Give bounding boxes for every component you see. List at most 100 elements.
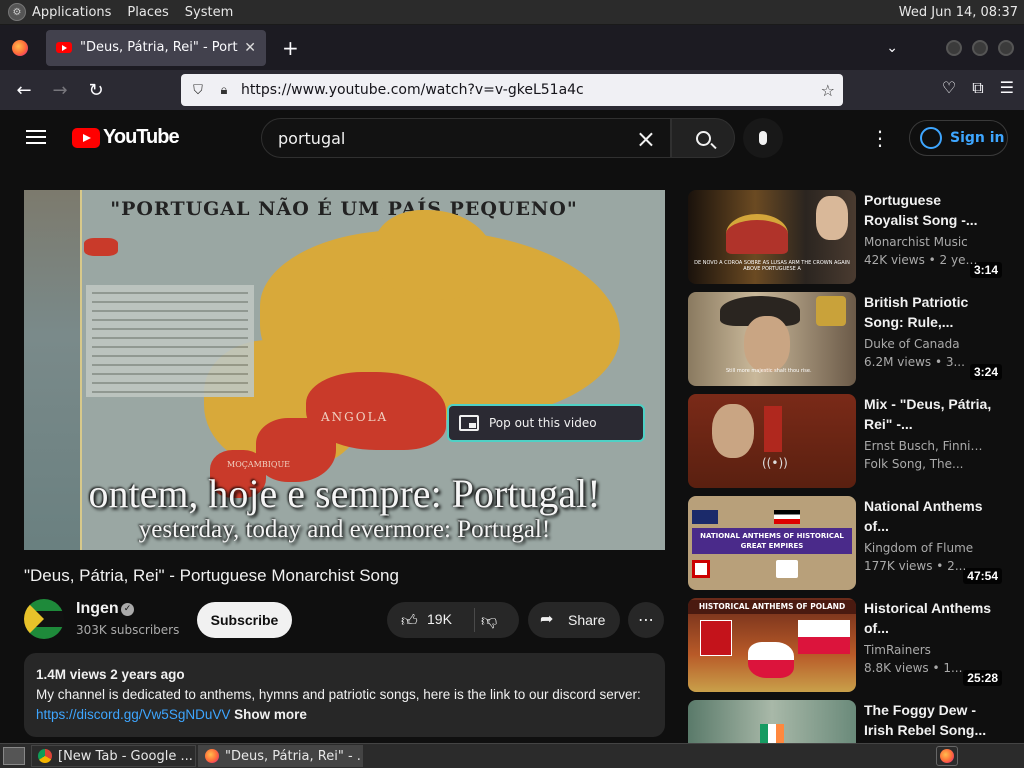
search-icon (695, 130, 711, 146)
voice-search-button[interactable] (743, 118, 783, 158)
recommendation-title[interactable]: The Foggy Dew - Irish Rebel Song... (864, 700, 994, 740)
thumbnail-caption: Still more majestic shalt thou rise. (726, 368, 812, 374)
pop-out-label: Pop out this video (489, 416, 597, 430)
show-more-button[interactable]: Show more (234, 707, 307, 722)
firefox-view-icon[interactable] (12, 39, 28, 56)
account-icon (920, 127, 942, 149)
thumbnail-caption: HISTORICAL ANTHEMS OF POLAND (688, 600, 856, 614)
tab-title: "Deus, Pátria, Rei" - Portuguese Monarch… (80, 40, 238, 55)
description-body: My channel is dedicated to anthems, hymn… (36, 685, 653, 725)
youtube-page: YouTube portugal × ⋮ Sign in "PORTUGAL N… (0, 110, 1024, 743)
guide-menu-icon[interactable] (26, 130, 46, 144)
picture-in-picture-icon (459, 415, 479, 431)
chrome-icon (38, 749, 52, 763)
recommendation-thumbnail[interactable] (688, 700, 856, 743)
app-menu-icon[interactable]: ☰ (1000, 78, 1014, 98)
recommendation-item[interactable]: HISTORICAL ANTHEMS OF POLAND 25:28 Histo… (688, 598, 1008, 692)
forward-arrow-icon[interactable]: → (42, 80, 78, 101)
video-player[interactable]: "PORTUGAL NÃO É UM PAÍS PEQUENO" ANGOLA … (24, 190, 665, 550)
close-tab-icon[interactable]: ✕ (244, 40, 256, 56)
recommendation-thumbnail[interactable]: Still more majestic shalt thou rise. (688, 292, 856, 386)
extensions-icon[interactable]: ⧉ (972, 78, 983, 98)
microphone-icon (759, 131, 767, 145)
like-count[interactable]: 19K (427, 611, 452, 627)
taskbar-item-chrome[interactable]: [New Tab - Google ... (31, 745, 196, 767)
description-text: My channel is dedicated to anthems, hymn… (36, 687, 641, 702)
show-desktop-icon[interactable] (3, 747, 25, 765)
thumbnail-caption: DE NOVO A COROA SOBRE AS LUSAS ARM THE C… (694, 260, 850, 272)
youtube-favicon-icon (56, 42, 72, 53)
tray-firefox-icon[interactable] (936, 746, 958, 766)
channel-avatar[interactable] (24, 599, 64, 639)
live-mix-icon: ((•)) (762, 456, 788, 470)
youtube-play-icon (72, 127, 100, 148)
list-all-tabs-chevron-icon[interactable]: ⌄ (886, 40, 898, 56)
recommendation-item[interactable]: The Foggy Dew - Irish Rebel Song... (688, 700, 1008, 743)
recommendation-channel[interactable]: TimRainers (864, 643, 984, 657)
window-maximize-button[interactable] (972, 39, 988, 56)
recommendation-title[interactable]: Mix - "Deus, Pátria, Rei" -... (864, 394, 994, 434)
menu-places[interactable]: Places (127, 5, 168, 20)
recommendation-channel[interactable]: Duke of Canada (864, 337, 984, 351)
menu-applications[interactable]: Applications (32, 5, 111, 20)
recommendation-meta: 8.8K views • 1... (864, 661, 963, 675)
subtitle-portuguese: ontem, hoje e sempre: Portugal! (88, 471, 601, 516)
recommendation-channel[interactable]: Ernst Busch, Finnish (864, 439, 984, 453)
map-label-angola: ANGOLA (321, 410, 389, 424)
recommendation-channel[interactable]: Monarchist Music (864, 235, 984, 249)
recommendation-thumbnail[interactable]: HISTORICAL ANTHEMS OF POLAND (688, 598, 856, 692)
recommendation-item[interactable]: Still more majestic shalt thou rise. 3:2… (688, 292, 1008, 386)
window-minimize-button[interactable] (946, 39, 962, 56)
recommendation-meta: 42K views • 2 year... (864, 253, 984, 267)
recommendation-title[interactable]: British Patriotic Song: Rule,... (864, 292, 994, 332)
subscribe-button[interactable]: Subscribe (197, 602, 292, 638)
description-box[interactable]: 1.4M views 2 years ago My channel is ded… (24, 653, 665, 737)
url-text[interactable]: https://www.youtube.com/watch?v=v-gkeL51… (241, 82, 821, 98)
recommendation-meta: Folk Song, The... (864, 457, 964, 471)
back-arrow-icon[interactable]: ← (6, 80, 42, 101)
clear-search-icon[interactable]: × (636, 125, 656, 153)
pop-out-video-button[interactable]: Pop out this video (447, 404, 645, 442)
recommendation-thumbnail[interactable]: ((•)) (688, 394, 856, 488)
recommendation-channel[interactable]: Kingdom of Flume (864, 541, 984, 555)
sign-in-button[interactable]: Sign in (909, 120, 1008, 156)
recommendation-title[interactable]: Portuguese Royalist Song -... (864, 190, 994, 230)
recommendation-item[interactable]: DE NOVO A COROA SOBRE AS LUSAS ARM THE C… (688, 190, 1008, 284)
bookmark-star-icon[interactable]: ☆ (821, 81, 835, 100)
pocket-icon[interactable]: ♡ (942, 78, 956, 98)
view-count-date: 1.4M views 2 years ago (36, 667, 185, 682)
browser-tab-active[interactable]: "Deus, Pátria, Rei" - Portuguese Monarch… (46, 29, 266, 66)
search-button[interactable] (671, 118, 735, 158)
like-thumb-icon[interactable]: 👍︎ (401, 611, 418, 631)
recommendation-thumbnail[interactable]: DE NOVO A COROA SOBRE AS LUSAS ARM THE C… (688, 190, 856, 284)
settings-kebab-icon[interactable]: ⋮ (870, 126, 890, 150)
more-actions-icon[interactable]: ⋯ (628, 602, 664, 638)
url-bar[interactable]: ⛉ 🔒︎ https://www.youtube.com/watch?v=v-g… (181, 74, 843, 106)
new-tab-icon[interactable]: + (282, 36, 299, 60)
recommendation-item[interactable]: NATIONAL ANTHEMS OF HISTORICAL GREAT EMP… (688, 496, 1008, 590)
recommendation-title[interactable]: National Anthems of... (864, 496, 994, 536)
shield-icon[interactable]: ⛉ (189, 83, 207, 98)
recommendation-item[interactable]: ((•)) Mix - "Deus, Pátria, Rei" -... Ern… (688, 394, 1008, 488)
video-title: "Deus, Pátria, Rei" - Portuguese Monarch… (24, 566, 399, 585)
reload-icon[interactable]: ↻ (78, 80, 114, 101)
recommendation-title[interactable]: Historical Anthems of... (864, 598, 994, 638)
search-query[interactable]: portugal (278, 129, 345, 148)
channel-name[interactable]: Ingen (76, 600, 119, 618)
lock-icon[interactable]: 🔒︎ (215, 83, 233, 98)
share-arrow-icon: ➦ (540, 611, 554, 628)
youtube-logo[interactable]: YouTube (72, 126, 180, 149)
panel-clock[interactable]: Wed Jun 14, 08:37 (899, 5, 1018, 20)
gnome-foot-icon[interactable]: ⚙ (8, 3, 26, 21)
menu-system[interactable]: System (185, 5, 233, 20)
taskbar-item-firefox[interactable]: "Deus, Pátria, Rei" - ... (198, 745, 363, 767)
search-input[interactable]: portugal × (261, 118, 671, 158)
window-close-button[interactable] (998, 39, 1014, 56)
thumbnail-caption: NATIONAL ANTHEMS OF HISTORICAL GREAT EMP… (692, 528, 852, 554)
youtube-wordmark: YouTube (103, 126, 180, 148)
discord-link[interactable]: https://discord.gg/Vw5SgNDuVV (36, 707, 230, 722)
share-button[interactable]: ➦ Share (528, 602, 620, 638)
dislike-thumb-icon[interactable]: 👎︎ (481, 611, 497, 631)
recommendation-thumbnail[interactable]: NATIONAL ANTHEMS OF HISTORICAL GREAT EMP… (688, 496, 856, 590)
browser-tab-strip: "Deus, Pátria, Rei" - Portuguese Monarch… (0, 25, 1024, 70)
